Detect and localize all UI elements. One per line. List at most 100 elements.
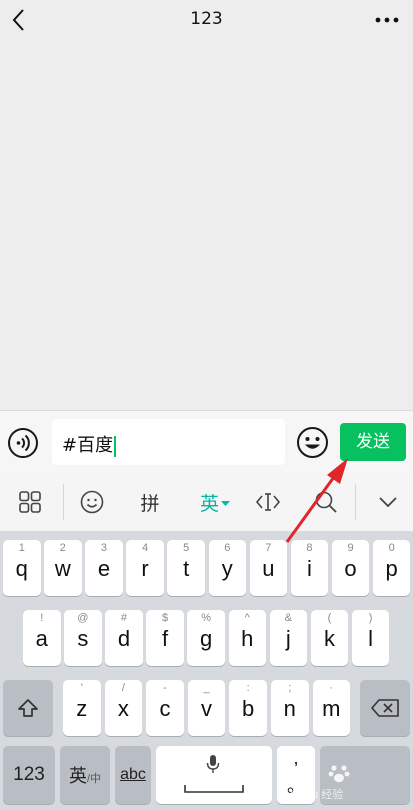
key-hint: $ bbox=[161, 612, 169, 624]
key-letter: g bbox=[200, 626, 213, 651]
key-letter: u bbox=[262, 556, 275, 581]
key-e[interactable]: 3e bbox=[85, 540, 123, 596]
key-letter: d bbox=[117, 626, 131, 651]
ime-menu-button[interactable] bbox=[10, 472, 50, 532]
message-input[interactable]: #百度 bbox=[52, 419, 285, 465]
key-letter: h bbox=[241, 626, 254, 651]
key-letter: q bbox=[15, 556, 28, 581]
key-m[interactable]: · m bbox=[312, 680, 351, 736]
key-hint: 7 bbox=[265, 542, 272, 554]
key-i[interactable]: 8i bbox=[290, 540, 329, 596]
smiley-icon bbox=[80, 490, 104, 514]
key-letter: b bbox=[242, 696, 255, 721]
paw-logo-icon bbox=[328, 765, 350, 783]
key-letter: z bbox=[76, 696, 88, 721]
key-hint: : bbox=[246, 682, 250, 694]
ime-emoji-button[interactable] bbox=[72, 472, 112, 532]
watermark: Baidu 经验 bbox=[290, 789, 344, 801]
key-a[interactable]: ! a bbox=[23, 610, 61, 666]
toolbar-divider bbox=[63, 484, 64, 520]
space-key[interactable] bbox=[156, 746, 272, 804]
key-hint: ( bbox=[327, 612, 332, 624]
key-letter: r bbox=[141, 556, 149, 581]
microphone-icon bbox=[206, 755, 220, 773]
key-letter: w bbox=[54, 556, 71, 581]
english-mode-button[interactable]: 英 bbox=[190, 472, 240, 532]
key-v[interactable]: _ v bbox=[187, 680, 226, 736]
message-composer: #百度 发送 bbox=[0, 410, 413, 472]
key-y[interactable]: 6y bbox=[208, 540, 246, 596]
abc-key[interactable]: abc bbox=[115, 746, 151, 804]
language-switch-key[interactable]: 英/中 bbox=[60, 746, 110, 804]
backspace-key-inner bbox=[360, 680, 410, 736]
key-k[interactable]: (k bbox=[310, 610, 349, 666]
shift-key-inner bbox=[3, 680, 53, 736]
key-t[interactable]: 5t bbox=[167, 540, 205, 596]
numbers-key-label: 123 bbox=[13, 764, 45, 785]
key-q[interactable]: 1q bbox=[3, 540, 41, 596]
key-letter: a bbox=[35, 626, 48, 651]
key-hint: # bbox=[120, 612, 127, 624]
key-b[interactable]: :b bbox=[229, 680, 267, 736]
key-n[interactable]: ; n bbox=[271, 680, 309, 736]
key-o[interactable]: 9o bbox=[331, 540, 370, 596]
hide-keyboard-button[interactable] bbox=[368, 472, 408, 532]
key-letter: k bbox=[323, 626, 335, 651]
numbers-key[interactable]: 123 bbox=[3, 746, 55, 804]
top-bar: 123 bbox=[0, 0, 413, 40]
key-hint: - bbox=[163, 682, 167, 694]
key-p[interactable]: 0p bbox=[372, 540, 411, 596]
key-d[interactable]: # d bbox=[105, 610, 143, 666]
key-c[interactable]: -c bbox=[146, 680, 184, 736]
key-hint: ' bbox=[80, 682, 83, 694]
key-letter: n bbox=[283, 696, 296, 721]
key-z[interactable]: ' z bbox=[63, 680, 101, 736]
key-hint: 6 bbox=[224, 542, 231, 554]
chat-title: 123 bbox=[190, 9, 223, 29]
key-s[interactable]: @ s bbox=[64, 610, 102, 666]
language-switch-inner: 英/中 bbox=[60, 746, 110, 804]
key-hint: 1 bbox=[18, 542, 25, 554]
key-letter: m bbox=[322, 696, 341, 721]
key-w[interactable]: 2w bbox=[44, 540, 82, 596]
key-hint: ! bbox=[40, 612, 44, 624]
shift-arrow-icon bbox=[18, 699, 38, 717]
comma-label: , bbox=[293, 748, 299, 768]
grid-menu-icon bbox=[19, 491, 41, 513]
key-hint: @ bbox=[77, 612, 89, 624]
chat-message-area bbox=[0, 40, 413, 410]
key-r[interactable]: 4r bbox=[126, 540, 164, 596]
backspace-key[interactable] bbox=[360, 680, 410, 736]
key-g[interactable]: % g bbox=[187, 610, 225, 666]
cursor-move-button[interactable] bbox=[248, 472, 288, 532]
emoji-icon[interactable] bbox=[296, 426, 329, 459]
ime-toolbar: 拼 英 bbox=[0, 472, 413, 532]
backspace-icon bbox=[371, 699, 399, 717]
space-bar-icon bbox=[184, 785, 244, 793]
key-f[interactable]: $ f bbox=[146, 610, 184, 666]
key-hint: 2 bbox=[59, 542, 66, 554]
key-hint: 3 bbox=[100, 542, 107, 554]
key-j[interactable]: & j bbox=[269, 610, 308, 666]
key-letter: o bbox=[344, 556, 357, 581]
chevron-down-icon bbox=[379, 497, 397, 508]
english-mode-label: 英 bbox=[199, 492, 219, 515]
send-button[interactable]: 发送 bbox=[340, 423, 406, 461]
key-hint: 4 bbox=[141, 542, 149, 554]
search-icon bbox=[315, 491, 337, 513]
ime-search-button[interactable] bbox=[306, 472, 346, 532]
key-u[interactable]: 7u bbox=[249, 540, 288, 596]
key-hint: ) bbox=[368, 612, 373, 624]
key-h[interactable]: ^ h bbox=[228, 610, 266, 666]
abc-key-label: abc bbox=[120, 766, 146, 783]
pinyin-mode-button[interactable]: 拼 bbox=[130, 472, 170, 532]
voice-input-icon[interactable] bbox=[7, 427, 39, 459]
shift-key[interactable] bbox=[3, 680, 53, 736]
more-options-icon[interactable] bbox=[375, 17, 399, 23]
key-letter: y bbox=[221, 556, 233, 581]
key-x[interactable]: / x bbox=[104, 680, 143, 736]
message-input-value: #百度 bbox=[62, 435, 114, 456]
key-l[interactable]: ) l bbox=[351, 610, 390, 666]
key-letter: p bbox=[385, 556, 398, 581]
key-hint: 9 bbox=[347, 542, 354, 554]
